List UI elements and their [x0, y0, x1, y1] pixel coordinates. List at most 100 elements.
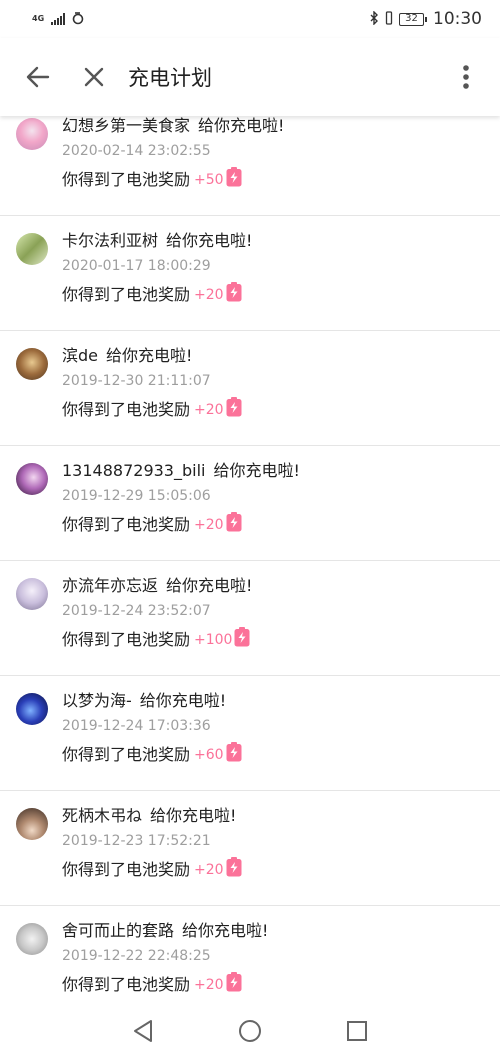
reward-line: 你得到了电池奖励 +20 [62, 857, 242, 883]
record-time: 2019-12-23 17:52:21 [62, 833, 211, 849]
reward-line: 你得到了电池奖励 +50 [62, 167, 284, 193]
close-button[interactable] [68, 51, 120, 103]
action-text: 给你充电啦! [182, 921, 269, 940]
action-text: 给你充电啦! [213, 461, 300, 480]
user-name[interactable]: 以梦为海- [62, 691, 132, 710]
battery-reward-icon [234, 627, 250, 653]
triangle-back-icon [134, 1020, 153, 1042]
record-headline: 以梦为海- 给你充电啦! [62, 690, 242, 712]
avatar[interactable] [16, 463, 48, 495]
battery-reward-icon [226, 742, 242, 768]
battery-reward-icon [226, 282, 242, 308]
list-item[interactable]: 滨de 给你充电啦! 2019-12-30 21:11:07 你得到了电池奖励 +… [0, 331, 500, 446]
avatar[interactable] [16, 348, 48, 380]
user-name[interactable]: 亦流年亦忘返 [62, 576, 158, 595]
square-recents-icon [346, 1021, 367, 1041]
reward-label: 你得到了电池奖励 [62, 400, 191, 419]
list-item[interactable]: 死柄木弔ね 给你充电啦! 2019-12-23 17:52:21 你得到了电池奖励… [0, 791, 500, 906]
reward-label: 你得到了电池奖励 [62, 630, 191, 649]
avatar[interactable] [16, 693, 48, 725]
reward-amount: +20 [194, 402, 224, 418]
signal-icon [51, 13, 66, 25]
battery-icon: 32 [399, 12, 427, 26]
user-name[interactable]: 幻想乡第一美食家 [62, 116, 190, 135]
vibrate-icon [384, 10, 394, 29]
reward-label: 你得到了电池奖励 [62, 515, 191, 534]
record-text: 亦流年亦忘返 给你充电啦! 2019-12-24 23:52:07 你得到了电池奖… [62, 575, 252, 653]
reward-label: 你得到了电池奖励 [62, 285, 191, 304]
reward-line: 你得到了电池奖励 +20 [62, 512, 300, 538]
status-left: 4G [32, 10, 85, 29]
reward-line: 你得到了电池奖励 +60 [62, 742, 242, 768]
app-bar: 充电计划 [0, 38, 500, 116]
list-item[interactable]: 亦流年亦忘返 给你充电啦! 2019-12-24 23:52:07 你得到了电池奖… [0, 561, 500, 676]
more-vert-icon [463, 65, 469, 89]
nav-back-button[interactable] [123, 1011, 163, 1051]
arrow-left-icon [26, 66, 50, 88]
reward-amount: +60 [194, 747, 224, 763]
network-type-label: 4G [32, 14, 45, 23]
action-text: 给你充电啦! [198, 116, 285, 135]
list-item[interactable]: 幻想乡第一美食家 给你充电啦! 2020-02-14 23:02:55 你得到了电… [0, 101, 500, 216]
reward-amount: +50 [194, 172, 224, 188]
avatar[interactable] [16, 233, 48, 265]
avatar[interactable] [16, 923, 48, 955]
system-nav-bar [0, 1006, 500, 1056]
avatar[interactable] [16, 118, 48, 150]
reward-label: 你得到了电池奖励 [62, 860, 191, 879]
record-time: 2019-12-24 23:52:07 [62, 603, 211, 619]
action-text: 给你充电啦! [166, 231, 253, 250]
user-name[interactable]: 卡尔法利亚树 [62, 231, 158, 250]
list-item[interactable]: 13148872933_bili 给你充电啦! 2019-12-29 15:05:… [0, 446, 500, 561]
nav-recents-button[interactable] [337, 1011, 377, 1051]
avatar[interactable] [16, 578, 48, 610]
back-button[interactable] [12, 51, 64, 103]
reward-line: 你得到了电池奖励 +20 [62, 972, 268, 998]
battery-reward-icon [226, 167, 242, 193]
reward-amount: +20 [194, 517, 224, 533]
record-time: 2019-12-24 17:03:36 [62, 718, 211, 734]
reward-label: 你得到了电池奖励 [62, 975, 191, 994]
list-item[interactable]: 以梦为海- 给你充电啦! 2019-12-24 17:03:36 你得到了电池奖励… [0, 676, 500, 791]
list-item[interactable]: 舍可而止的套路 给你充电啦! 2019-12-22 22:48:25 你得到了电池… [0, 906, 500, 1021]
action-text: 给你充电啦! [166, 576, 253, 595]
record-time: 2019-12-30 21:11:07 [62, 373, 211, 389]
record-headline: 幻想乡第一美食家 给你充电啦! [62, 115, 284, 137]
battery-reward-icon [226, 512, 242, 538]
reward-label: 你得到了电池奖励 [62, 170, 191, 189]
user-name[interactable]: 舍可而止的套路 [62, 921, 174, 940]
nav-home-button[interactable] [230, 1011, 270, 1051]
battery-reward-icon [226, 857, 242, 883]
user-name[interactable]: 13148872933_bili [62, 461, 205, 480]
reward-line: 你得到了电池奖励 +20 [62, 282, 252, 308]
sync-icon [71, 10, 85, 29]
record-headline: 13148872933_bili 给你充电啦! [62, 460, 300, 482]
more-options-button[interactable] [440, 51, 492, 103]
battery-reward-icon [226, 397, 242, 423]
record-text: 以梦为海- 给你充电啦! 2019-12-24 17:03:36 你得到了电池奖励… [62, 690, 242, 768]
user-name[interactable]: 死柄木弔ね [62, 806, 142, 825]
reward-amount: +100 [194, 632, 233, 648]
reward-amount: +20 [194, 862, 224, 878]
reward-line: 你得到了电池奖励 +20 [62, 397, 242, 423]
circle-home-icon [238, 1020, 261, 1042]
record-text: 13148872933_bili 给你充电啦! 2019-12-29 15:05:… [62, 460, 300, 538]
status-right: 32 10:30 [369, 9, 482, 29]
reward-amount: +20 [194, 977, 224, 993]
action-text: 给你充电啦! [150, 806, 237, 825]
charge-record-list: 幻想乡第一美食家 给你充电啦! 2020-02-14 23:02:55 你得到了电… [0, 101, 500, 1021]
clock: 10:30 [433, 9, 482, 29]
record-time: 2020-01-17 18:00:29 [62, 258, 211, 274]
record-text: 卡尔法利亚树 给你充电啦! 2020-01-17 18:00:29 你得到了电池奖… [62, 230, 252, 308]
record-headline: 滨de 给你充电啦! [62, 345, 242, 367]
list-item[interactable]: 卡尔法利亚树 给你充电啦! 2020-01-17 18:00:29 你得到了电池奖… [0, 216, 500, 331]
avatar[interactable] [16, 808, 48, 840]
record-time: 2019-12-29 15:05:06 [62, 488, 211, 504]
status-bar: 4G 32 10:30 [0, 0, 500, 38]
reward-amount: +20 [194, 287, 224, 303]
bluetooth-icon [369, 9, 379, 29]
action-text: 给你充电啦! [139, 691, 227, 710]
record-headline: 亦流年亦忘返 给你充电啦! [62, 575, 252, 597]
user-name[interactable]: 滨de [62, 346, 98, 365]
action-text: 给你充电啦! [106, 346, 193, 365]
